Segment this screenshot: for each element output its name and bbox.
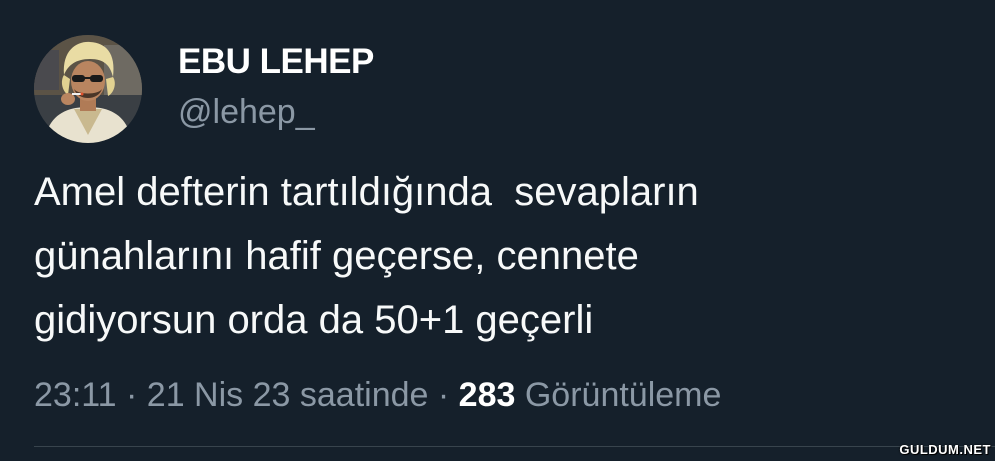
meta-separator: · [437,376,450,414]
user-handle[interactable]: @lehep_ [178,90,315,134]
tweet-date[interactable]: 21 Nis 23 saatinde [147,376,429,414]
watermark-logo: GULDUM.NET [899,442,991,457]
view-label: Görüntüleme [524,376,722,414]
meta-separator: · [126,376,138,414]
tweet-time[interactable]: 23:11 [34,376,117,414]
tweet-text: Amel defterin tartıldığında sevapların g… [34,170,699,342]
tweet-meta: 23:11 · 21 Nis 23 saatinde · 283 Görüntü… [34,372,721,418]
avatar-image [34,35,142,143]
display-name[interactable]: EBU LEHEP [178,40,374,84]
avatar[interactable] [34,35,142,143]
divider [34,446,995,447]
view-count: 283 [458,376,516,414]
